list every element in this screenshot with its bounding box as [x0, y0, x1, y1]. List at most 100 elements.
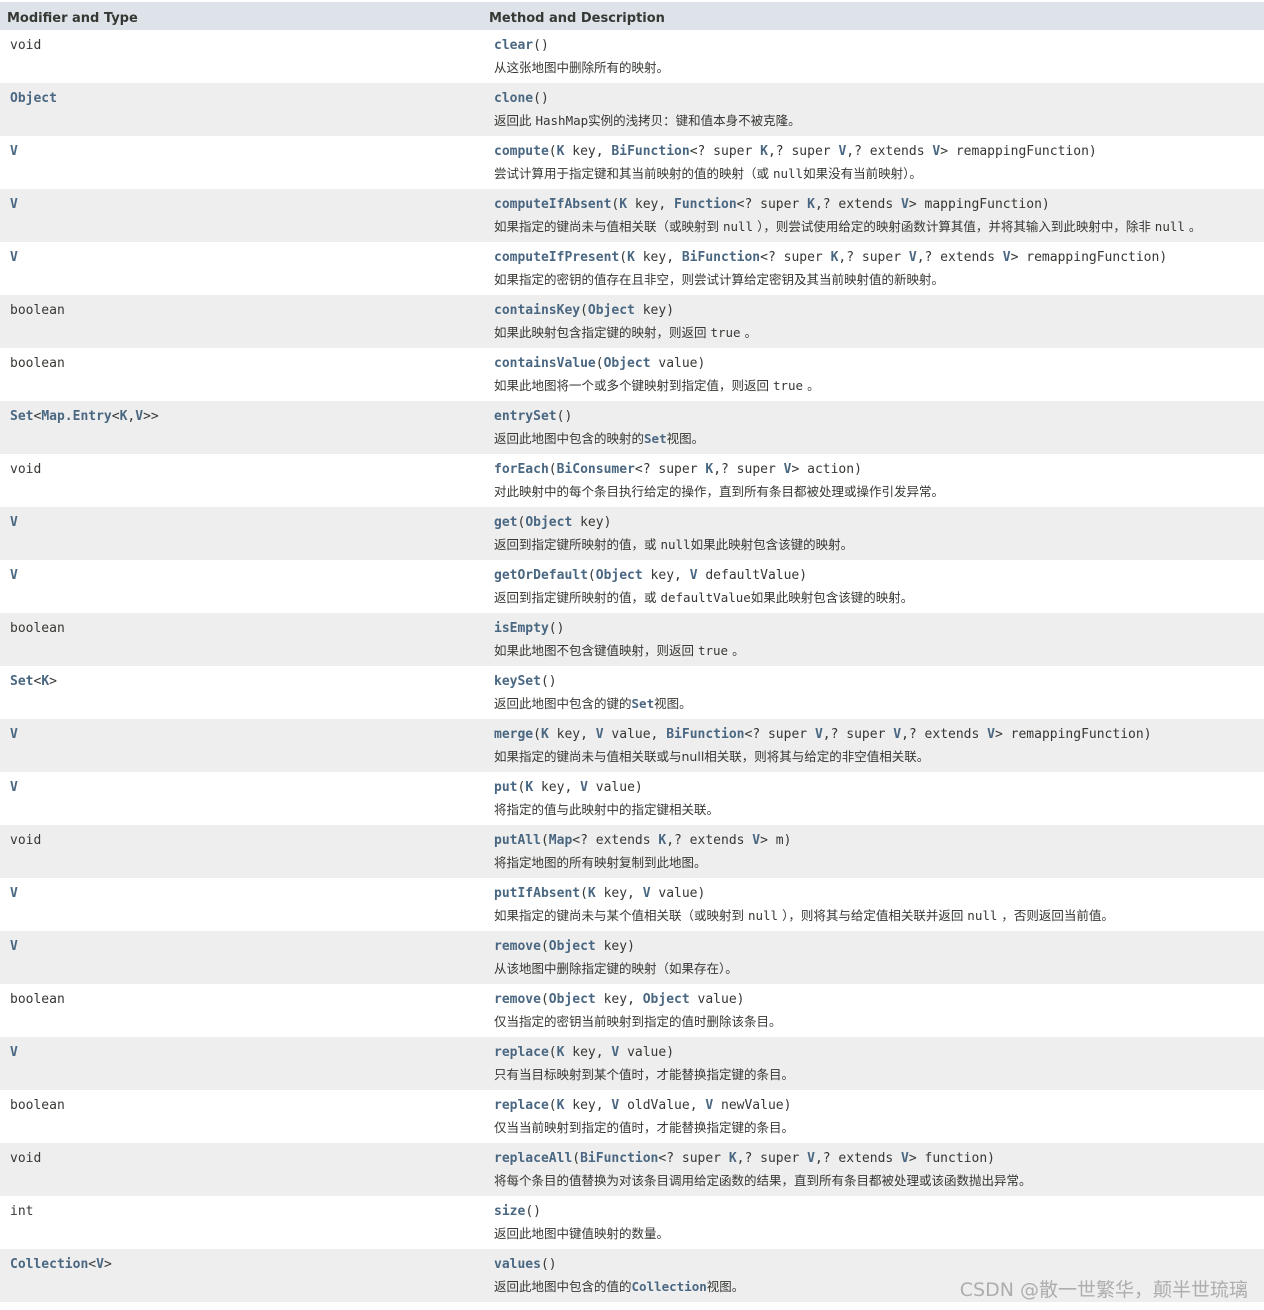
type-link[interactable]: V: [10, 1045, 18, 1060]
param-type-link[interactable]: K: [588, 886, 596, 901]
param-type-link[interactable]: Object: [525, 515, 572, 530]
param-type-link[interactable]: V: [705, 1098, 713, 1113]
method-name-link[interactable]: remove: [494, 992, 541, 1007]
param-type-link[interactable]: V: [752, 833, 760, 848]
type-link[interactable]: V: [10, 144, 18, 159]
description-code-link[interactable]: Set: [644, 431, 667, 446]
method-name-link[interactable]: keySet: [494, 674, 541, 689]
type-link[interactable]: V: [10, 727, 18, 742]
type-link[interactable]: Collection: [10, 1257, 88, 1272]
method-signature: putAll(Map<? extends K,? extends V> m): [494, 833, 1254, 848]
param-type-link[interactable]: Object: [604, 356, 651, 371]
param-type-link[interactable]: BiFunction: [580, 1151, 658, 1166]
param-type-link[interactable]: V: [932, 144, 940, 159]
method-description: 返回此地图中包含的键的Set视图。: [494, 693, 1254, 712]
method-name-link[interactable]: computeIfPresent: [494, 250, 619, 265]
param-type-link[interactable]: V: [807, 1151, 815, 1166]
type-link[interactable]: V: [10, 515, 18, 530]
param-type-link[interactable]: V: [909, 250, 917, 265]
modifier-type-cell: boolean: [0, 1090, 482, 1143]
method-name-link[interactable]: putIfAbsent: [494, 886, 580, 901]
description-text: 视图。: [654, 696, 692, 711]
param-type-link[interactable]: K: [627, 250, 635, 265]
method-name-link[interactable]: entrySet: [494, 409, 557, 424]
param-type-link[interactable]: V: [893, 727, 901, 742]
type-link[interactable]: Set: [10, 409, 33, 424]
param-type-link[interactable]: BiFunction: [666, 727, 744, 742]
type-link[interactable]: V: [10, 250, 18, 265]
param-type-link[interactable]: Map: [549, 833, 572, 848]
method-name-link[interactable]: containsKey: [494, 303, 580, 318]
param-type-link[interactable]: Object: [549, 992, 596, 1007]
param-type-link[interactable]: Function: [674, 197, 737, 212]
description-text: 从该地图中删除指定键的映射（如果存在）。: [494, 961, 738, 976]
method-name-link[interactable]: put: [494, 780, 517, 795]
method-name-link[interactable]: get: [494, 515, 517, 530]
type-link[interactable]: V: [10, 197, 18, 212]
param-type-link[interactable]: V: [901, 1151, 909, 1166]
param-type-link[interactable]: K: [807, 197, 815, 212]
method-name-link[interactable]: size: [494, 1204, 525, 1219]
table-row: Object clone() 返回此 HashMap实例的浅拷贝：键和值本身不被克隆…: [0, 83, 1264, 136]
param-type-link[interactable]: BiConsumer: [557, 462, 635, 477]
param-type-link[interactable]: Object: [643, 992, 690, 1007]
type-link[interactable]: V: [10, 939, 18, 954]
param-type-link[interactable]: BiFunction: [611, 144, 689, 159]
signature-text: ,? extends: [814, 1151, 902, 1166]
param-type-link[interactable]: BiFunction: [682, 250, 760, 265]
method-description-cell: computeIfAbsent(K key, Function<? super …: [482, 189, 1264, 242]
method-name-link[interactable]: computeIfAbsent: [494, 197, 611, 212]
param-type-link[interactable]: K: [760, 144, 768, 159]
method-name-link[interactable]: putAll: [494, 833, 541, 848]
method-name-link[interactable]: merge: [494, 727, 533, 742]
type-link[interactable]: Map.Entry: [41, 409, 111, 424]
method-name-link[interactable]: forEach: [494, 462, 549, 477]
type-link[interactable]: V: [96, 1257, 104, 1272]
param-type-link[interactable]: K: [541, 727, 549, 742]
param-type-link[interactable]: K: [619, 197, 627, 212]
param-type-link[interactable]: K: [525, 780, 533, 795]
method-name-link[interactable]: clone: [494, 91, 533, 106]
method-name-link[interactable]: remove: [494, 939, 541, 954]
method-name-link[interactable]: replace: [494, 1098, 549, 1113]
method-name-link[interactable]: clear: [494, 38, 533, 53]
method-name-link[interactable]: containsValue: [494, 356, 596, 371]
param-type-link[interactable]: K: [705, 462, 713, 477]
param-type-link[interactable]: V: [596, 727, 604, 742]
param-type-link[interactable]: V: [901, 197, 909, 212]
param-type-link[interactable]: V: [1003, 250, 1011, 265]
type-link[interactable]: Object: [10, 91, 57, 106]
table-row: Vcompute(K key, BiFunction<? super K,? s…: [0, 136, 1264, 189]
table-row: VcomputeIfPresent(K key, BiFunction<? su…: [0, 242, 1264, 295]
param-type-link[interactable]: Object: [549, 939, 596, 954]
type-link[interactable]: V: [10, 780, 18, 795]
return-type: void: [10, 462, 41, 477]
description-code-link[interactable]: Set: [632, 696, 655, 711]
return-type: boolean: [10, 621, 65, 636]
signature-text: (: [587, 568, 596, 583]
param-type-link[interactable]: V: [690, 568, 698, 583]
method-description-cell: replace(K key, V value) 只有当目标映射到某个值时，才能替换…: [482, 1037, 1264, 1090]
description-code-link[interactable]: Collection: [632, 1279, 707, 1294]
signature-text: > function): [908, 1151, 995, 1166]
param-type-link[interactable]: Object: [588, 303, 635, 318]
type-link[interactable]: K: [41, 674, 49, 689]
type-link[interactable]: V: [10, 568, 18, 583]
param-type-link[interactable]: V: [643, 886, 651, 901]
param-type-link[interactable]: K: [729, 1151, 737, 1166]
type-link[interactable]: V: [135, 409, 143, 424]
param-type-link[interactable]: V: [987, 727, 995, 742]
param-type-link[interactable]: Object: [596, 568, 643, 583]
method-name-link[interactable]: replaceAll: [494, 1151, 572, 1166]
method-name-link[interactable]: replace: [494, 1045, 549, 1060]
type-link[interactable]: V: [10, 886, 18, 901]
method-name-link[interactable]: isEmpty: [494, 621, 549, 636]
param-type-link[interactable]: V: [815, 727, 823, 742]
param-type-link[interactable]: V: [580, 780, 588, 795]
type-link[interactable]: Set: [10, 674, 33, 689]
method-name-link[interactable]: values: [494, 1257, 541, 1272]
method-name-link[interactable]: getOrDefault: [494, 568, 588, 583]
method-signature: merge(K key, V value, BiFunction<? super…: [494, 727, 1254, 742]
method-name-link[interactable]: compute: [494, 144, 549, 159]
modifier-type-cell: Object: [0, 83, 482, 136]
